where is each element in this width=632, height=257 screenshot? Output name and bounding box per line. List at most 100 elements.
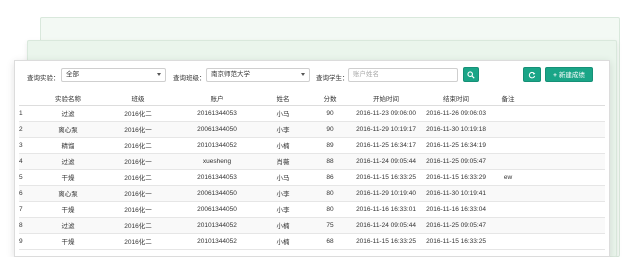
table-cell: 1 [19, 105, 37, 122]
column-header[interactable]: 结束时间 [421, 91, 491, 106]
column-header[interactable]: 开始时间 [351, 91, 421, 106]
search-icon [467, 71, 475, 79]
table-cell-spacer [525, 217, 605, 234]
table-cell-spacer [525, 137, 605, 154]
table-cell: 离心泵 [37, 185, 99, 202]
column-header-spacer [525, 91, 605, 106]
table-cell-spacer [525, 153, 605, 170]
column-header[interactable]: 姓名 [257, 91, 309, 106]
table-row[interactable]: 4 过滤 2016化一 xuesheng 肖薇 88 2016-11-24 09:05:44… [19, 153, 605, 170]
table-cell: 2016化一 [99, 185, 177, 202]
table-cell: 小马 [257, 105, 309, 122]
class-select[interactable]: 南京师范大学 [206, 68, 310, 82]
table-cell [491, 137, 525, 154]
table-cell: 20061344050 [177, 121, 257, 138]
table-cell: 过滤 [37, 105, 99, 122]
table-cell: 80 [309, 201, 351, 218]
table-cell: 2016-11-15 16:33:25 [351, 169, 421, 186]
table-cell: 小马 [257, 169, 309, 186]
table-cell: 3 [19, 137, 37, 154]
table-cell: 86 [309, 169, 351, 186]
table-cell-spacer [525, 105, 605, 122]
table-cell: 2016-11-15 16:33:29 [421, 169, 491, 186]
experiment-select-value: 全部 [66, 71, 79, 78]
plus-icon: + [553, 72, 557, 79]
table-row[interactable]: 1 过滤 2016化二 20161344053 小马 90 2016-11-23 09:06… [19, 105, 605, 122]
column-header[interactable]: 实验名称 [37, 91, 99, 106]
table-cell: 20101344052 [177, 233, 257, 250]
table-row[interactable]: 2 离心泵 2016化一 20061344050 小李 90 2016-11-29 10:1… [19, 121, 605, 138]
filter-toolbar: 查询实验： 全部 查询班级： 南京师范大学 查询学生： 账户姓名 + 新建成绩 [15, 61, 609, 91]
table-cell: 2016-11-25 09:05:47 [421, 217, 491, 234]
table-cell: 干燥 [37, 201, 99, 218]
table-cell: 2016-11-30 10:19:41 [421, 185, 491, 202]
table-cell: 离心泵 [37, 121, 99, 138]
table-cell [491, 153, 525, 170]
table-row[interactable]: 7 干燥 2016化一 20061344050 小李 80 2016-11-16 16:33… [19, 201, 605, 218]
table-cell: 2016化二 [99, 137, 177, 154]
table-cell: 精馏 [37, 137, 99, 154]
table-row[interactable]: 5 干燥 2016化二 20161344053 小马 86 2016-11-15 16:33… [19, 169, 605, 186]
table-cell [491, 105, 525, 122]
search-button[interactable] [463, 67, 479, 82]
table-cell: 68 [309, 233, 351, 250]
table-cell: 2016化一 [99, 121, 177, 138]
table-cell: ew [491, 169, 525, 186]
table-cell: 小楠 [257, 137, 309, 154]
column-header[interactable]: 班级 [99, 91, 177, 106]
table-cell: 小李 [257, 185, 309, 202]
column-header[interactable]: 账户 [177, 91, 257, 106]
table-cell: 小李 [257, 121, 309, 138]
table-cell: 8 [19, 217, 37, 234]
table-row[interactable]: 8 过滤 2016化二 20101344052 小楠 75 2016-11-24 09:05… [19, 217, 605, 234]
table-cell: 2016化二 [99, 233, 177, 250]
column-header[interactable]: 分数 [309, 91, 351, 106]
chevron-down-icon [301, 73, 305, 76]
column-header[interactable]: 备注 [491, 91, 525, 106]
table-cell: 20061344050 [177, 185, 257, 202]
table-cell [491, 233, 525, 250]
chevron-down-icon [157, 73, 161, 76]
experiment-select[interactable]: 全部 [61, 68, 166, 82]
table-cell: 2016-11-23 09:06:00 [351, 105, 421, 122]
table-cell-spacer [525, 121, 605, 138]
column-header[interactable] [19, 91, 37, 106]
table-cell: 2016化一 [99, 153, 177, 170]
table-cell: 2016-11-24 09:05:44 [351, 217, 421, 234]
table-cell: 过滤 [37, 153, 99, 170]
class-filter-label: 查询班级： [173, 75, 206, 82]
student-filter-label: 查询学生： [316, 75, 349, 82]
table-cell [491, 217, 525, 234]
add-grade-button[interactable]: + 新建成绩 [545, 67, 593, 82]
table-row[interactable]: 9 干燥 2016化二 20101344052 小楠 68 2016-11-15 16:33… [19, 233, 605, 250]
table-cell: 2016-11-24 09:05:44 [351, 153, 421, 170]
class-select-value: 南京师范大学 [211, 71, 250, 78]
table-cell: 6 [19, 185, 37, 202]
table-cell: 20161344053 [177, 105, 257, 122]
table-header-row: 实验名称 班级 账户 姓名 分数 开始时间 结束时间 备注 [19, 91, 605, 106]
table-cell: 2016化二 [99, 169, 177, 186]
table-cell: 2016-11-29 10:19:17 [351, 121, 421, 138]
refresh-button[interactable] [523, 67, 541, 82]
table-cell: 2016-11-30 10:19:18 [421, 121, 491, 138]
table-cell: 90 [309, 105, 351, 122]
table-cell: 2 [19, 121, 37, 138]
table-cell: 5 [19, 169, 37, 186]
grades-panel: 查询实验： 全部 查询班级： 南京师范大学 查询学生： 账户姓名 + 新建成绩 … [14, 60, 610, 257]
grades-table: 实验名称 班级 账户 姓名 分数 开始时间 结束时间 备注 1 过滤 2016化二 20161344… [19, 91, 605, 250]
table-cell: 小楠 [257, 233, 309, 250]
table-cell: 2016化一 [99, 201, 177, 218]
table-cell-spacer [525, 233, 605, 250]
table-row[interactable]: 6 离心泵 2016化一 20061344050 小李 80 2016-11-29 10:1… [19, 185, 605, 202]
table-cell: 过滤 [37, 217, 99, 234]
student-search-input[interactable]: 账户姓名 [348, 68, 458, 82]
table-cell: 肖薇 [257, 153, 309, 170]
table-cell: 20101344052 [177, 137, 257, 154]
table-cell: 20101344052 [177, 217, 257, 234]
table-cell: 2016-11-25 16:34:17 [351, 137, 421, 154]
table-cell: 2016-11-16 16:33:01 [351, 201, 421, 218]
table-cell: 75 [309, 217, 351, 234]
table-cell [491, 185, 525, 202]
table-cell: 7 [19, 201, 37, 218]
table-row[interactable]: 3 精馏 2016化二 20101344052 小楠 89 2016-11-25 16:34… [19, 137, 605, 154]
